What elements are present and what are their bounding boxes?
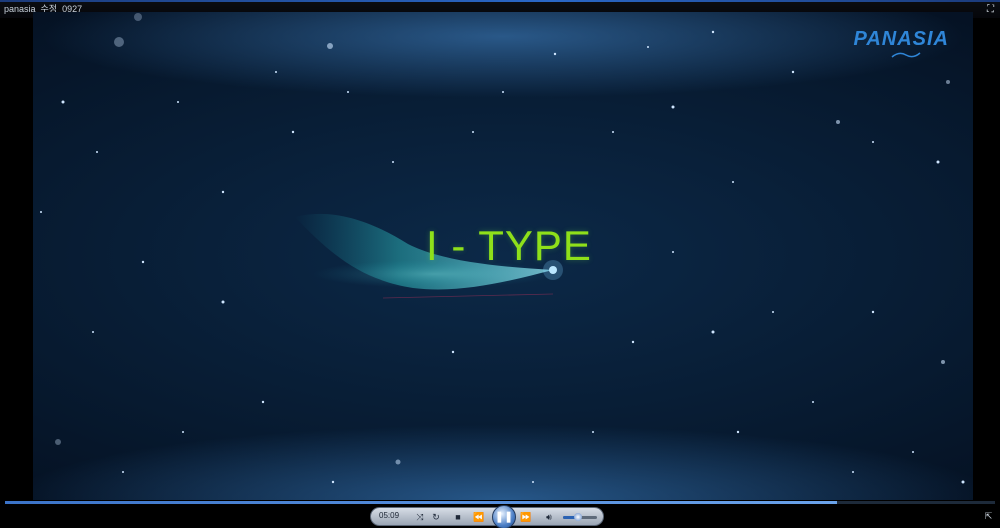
seek-bar-progress bbox=[5, 501, 837, 504]
volume-slider-handle[interactable] bbox=[574, 513, 583, 521]
repeat-icon[interactable]: ↻ bbox=[429, 510, 443, 524]
stop-icon[interactable]: ■ bbox=[451, 510, 465, 524]
seek-bar[interactable] bbox=[5, 501, 995, 504]
volume-slider[interactable] bbox=[563, 513, 597, 521]
pause-icon[interactable]: ❚❚ bbox=[492, 505, 516, 528]
fullscreen-icon[interactable]: ⛶ bbox=[985, 4, 996, 15]
titlebar-accent bbox=[0, 0, 1000, 2]
video-frame[interactable]: PANASIA I - TYPE bbox=[33, 12, 973, 500]
next-icon[interactable]: ⏩ bbox=[519, 510, 533, 524]
player-controls: 05:09 ⤨ ↻ ■ ⏪ ❚❚ ⏩ 🔊︎ bbox=[370, 505, 604, 528]
previous-icon[interactable]: ⏪ bbox=[472, 510, 486, 524]
switch-to-library-icon[interactable]: ⇱ bbox=[983, 511, 994, 522]
shuffle-icon[interactable]: ⤨ bbox=[413, 510, 427, 524]
logo-swoosh-icon bbox=[891, 52, 921, 58]
speaker-icon[interactable]: 🔊︎ bbox=[542, 510, 556, 524]
panasia-logo: PANASIA bbox=[853, 28, 949, 50]
video-title-overlay: I - TYPE bbox=[426, 222, 592, 269]
elapsed-time: 05:09 bbox=[379, 511, 400, 520]
